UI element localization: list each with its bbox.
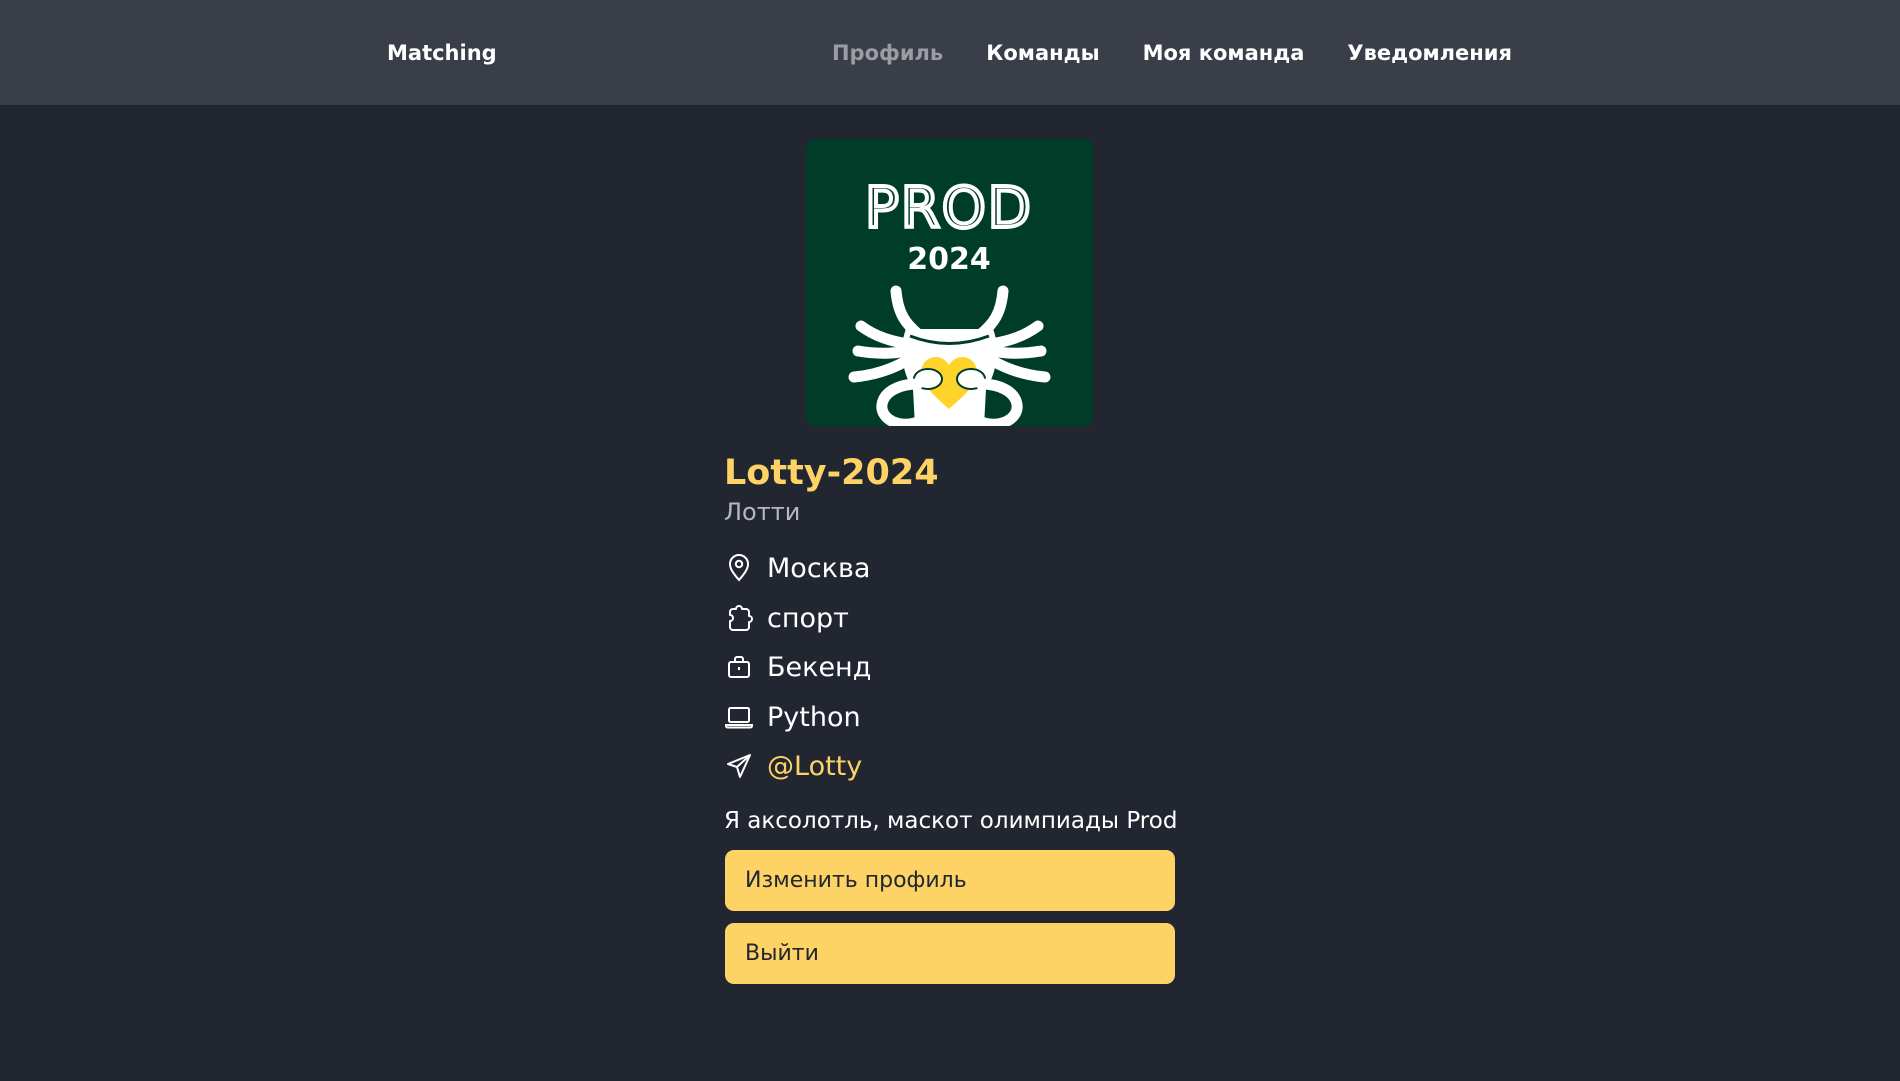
profile-city-row: Москва [724,551,870,585]
nav-link-teams[interactable]: Команды [986,40,1099,66]
profile-name: Лотти [724,498,801,526]
briefcase-icon [724,652,754,682]
telegram-link[interactable]: @Lotty [767,751,862,782]
profile-interest-row: спорт [724,601,849,635]
profile-city: Москва [767,552,871,584]
profile-language-row: Python [724,700,861,734]
profile-role-row: Бекенд [724,650,871,684]
nav-link-my-team[interactable]: Моя команда [1143,40,1305,66]
laptop-icon [724,702,754,732]
nav-links: Профиль Команды Моя команда Уведомления [832,40,1512,66]
puzzle-piece-icon [724,603,754,633]
profile-language: Python [767,701,861,733]
nav-link-profile[interactable]: Профиль [832,40,943,66]
top-navbar: Matching Профиль Команды Моя команда Уве… [0,0,1900,105]
logout-button[interactable]: Выйти [725,923,1175,984]
profile-interest: спорт [767,602,849,634]
profile-bio: Я аксолотль, маскот олимпиады Prod [724,808,1178,834]
nav-link-notifications[interactable]: Уведомления [1347,40,1512,66]
profile-telegram-row: @Lotty [724,749,862,783]
profile-username: Lotty-2024 [724,453,939,493]
prod-axolotl-logo: PROD 2024 [806,139,1093,426]
profile-avatar: PROD 2024 [806,139,1093,426]
edit-profile-button[interactable]: Изменить профиль [725,850,1175,911]
logo-year-text: 2024 [907,242,991,277]
logo-prod-text: PROD [865,176,1033,241]
brand-link[interactable]: Matching [387,40,497,66]
profile-role: Бекенд [767,651,872,683]
telegram-send-icon [724,751,754,781]
location-pin-icon [724,553,754,583]
